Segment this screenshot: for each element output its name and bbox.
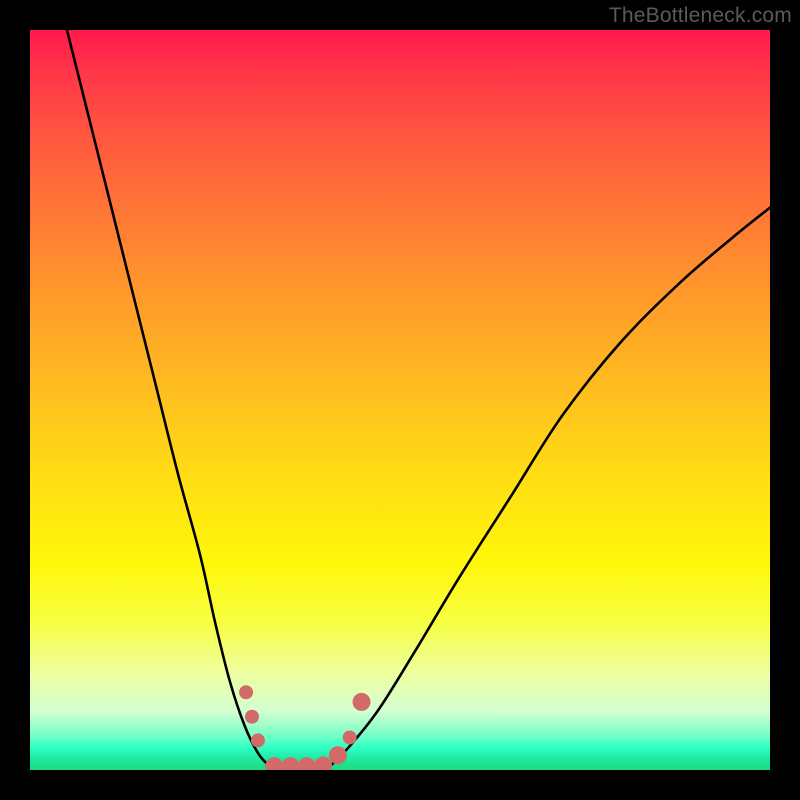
- curve-right: [326, 208, 770, 770]
- chart-svg: [30, 30, 770, 770]
- watermark-text: TheBottleneck.com: [609, 4, 792, 28]
- scatter-markers: [239, 685, 370, 770]
- curve-left: [67, 30, 274, 770]
- plot-area: [30, 30, 770, 770]
- chart-frame: TheBottleneck.com: [0, 0, 800, 800]
